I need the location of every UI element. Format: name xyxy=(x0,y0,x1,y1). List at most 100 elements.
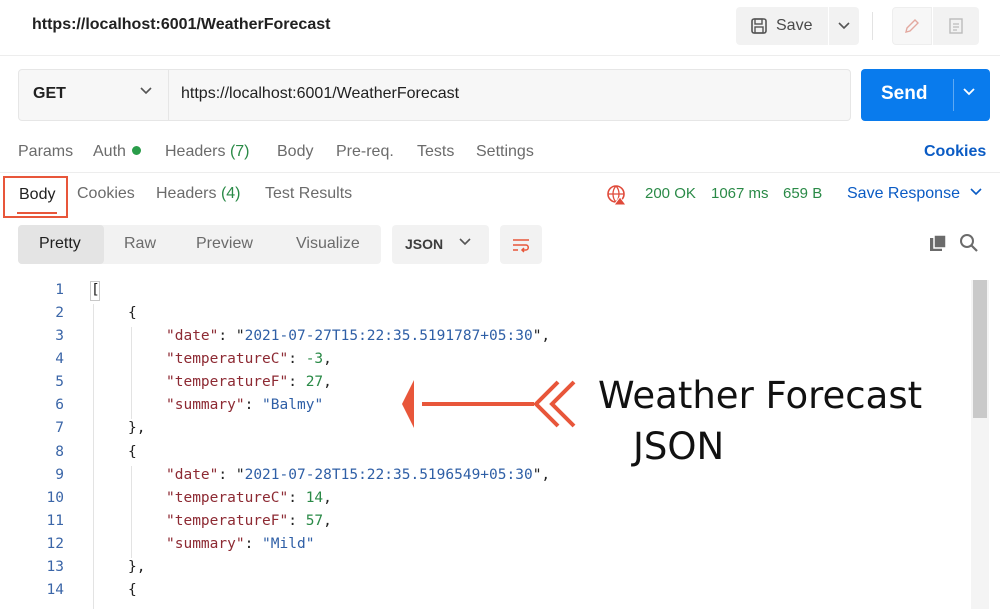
view-mode-pretty[interactable]: Pretty xyxy=(39,235,81,253)
tab-response-headers[interactable]: Headers (4) xyxy=(156,185,241,203)
annotation-arrow-icon xyxy=(402,380,576,428)
code-line: "temperatureF": 27, xyxy=(166,374,332,390)
code-line: }, xyxy=(128,420,146,436)
scrollbar-thumb[interactable] xyxy=(973,280,987,418)
save-response-button[interactable]: Save Response xyxy=(847,185,960,203)
json-number-value: 27 xyxy=(305,374,324,390)
save-button[interactable]: Save xyxy=(736,7,828,45)
line-number: 6 xyxy=(55,397,64,413)
tab-prereq[interactable]: Pre-req. xyxy=(336,143,394,161)
document-icon xyxy=(949,18,963,34)
auth-status-dot xyxy=(131,146,141,155)
status-code[interactable]: 200 OK xyxy=(645,185,696,202)
line-number: 11 xyxy=(46,513,64,529)
code-line: "summary": "Balmy" xyxy=(166,397,324,413)
code-line: "temperatureC": 14, xyxy=(166,490,332,506)
format-select[interactable]: JSON xyxy=(392,225,489,264)
indent-guide xyxy=(131,466,132,558)
tab-headers-label: Headers xyxy=(165,143,226,160)
json-key: "date" xyxy=(166,467,219,483)
json-key: "summary" xyxy=(166,397,245,413)
tab-test-results[interactable]: Test Results xyxy=(265,185,352,203)
json-string-value: Mild xyxy=(270,536,306,552)
json-number-value: -3 xyxy=(305,351,324,367)
line-number: 9 xyxy=(55,467,64,483)
tab-auth[interactable]: Auth xyxy=(93,143,141,161)
save-icon xyxy=(751,18,767,34)
line-number: 8 xyxy=(55,444,64,460)
active-tab-indicator xyxy=(17,212,57,214)
edit-button[interactable] xyxy=(892,7,932,45)
copy-icon[interactable] xyxy=(928,233,948,253)
save-dropdown-button[interactable] xyxy=(829,7,859,45)
code-line: "date": "2021-07-27T15:22:35.5191787+05:… xyxy=(166,328,551,344)
response-time[interactable]: 1067 ms xyxy=(711,185,769,202)
view-mode-raw[interactable]: Raw xyxy=(124,235,156,253)
line-number: 5 xyxy=(55,374,64,390)
code-line: "summary": "Mild" xyxy=(166,536,315,552)
line-number: 2 xyxy=(55,305,64,321)
tab-params[interactable]: Params xyxy=(18,143,73,161)
request-title: https://localhost:6001/WeatherForecast xyxy=(32,16,331,33)
line-number: 13 xyxy=(46,559,64,575)
tab-response-cookies[interactable]: Cookies xyxy=(77,185,135,203)
wrap-lines-button[interactable] xyxy=(500,225,542,264)
json-key: "summary" xyxy=(166,536,245,552)
chevron-down-icon xyxy=(838,22,850,30)
chevron-down-icon[interactable] xyxy=(970,188,982,196)
code-line: { xyxy=(128,444,137,460)
globe-warning-icon[interactable] xyxy=(606,184,628,206)
view-mode-preview[interactable]: Preview xyxy=(196,235,253,253)
json-key: "temperatureC" xyxy=(166,351,289,367)
send-divider xyxy=(953,79,954,111)
pencil-icon xyxy=(905,19,919,33)
tab-response-body[interactable]: Body xyxy=(3,176,68,218)
json-key: "date" xyxy=(166,328,219,344)
annotation-title: Weather Forecast xyxy=(598,374,923,417)
search-icon[interactable] xyxy=(959,233,979,253)
tab-auth-label: Auth xyxy=(93,143,126,160)
annotation-subtitle: JSON xyxy=(633,425,725,468)
line-number: 1 xyxy=(55,282,64,298)
chevron-down-icon xyxy=(459,238,471,246)
json-key: "temperatureC" xyxy=(166,490,289,506)
send-button[interactable]: Send xyxy=(861,69,990,121)
response-headers-count: (4) xyxy=(220,185,241,202)
indent-guide xyxy=(93,304,94,609)
code-line: "temperatureF": 57, xyxy=(166,513,332,529)
tab-settings[interactable]: Settings xyxy=(476,143,534,161)
line-number: 4 xyxy=(55,351,64,367)
tab-headers[interactable]: Headers (7) xyxy=(165,143,250,161)
cookies-link[interactable]: Cookies xyxy=(924,143,986,161)
method-select[interactable]: GET xyxy=(33,85,66,103)
code-line: [ xyxy=(91,282,100,298)
send-label: Send xyxy=(881,83,928,104)
toolbar-divider xyxy=(872,12,873,40)
chevron-down-icon[interactable] xyxy=(139,86,153,96)
tab-response-headers-label: Headers xyxy=(156,185,217,202)
response-size[interactable]: 659 B xyxy=(783,185,822,202)
method-divider xyxy=(168,70,169,120)
tab-tests[interactable]: Tests xyxy=(417,143,454,161)
json-number-value: 57 xyxy=(305,513,324,529)
code-line: { xyxy=(128,582,137,598)
view-mode-visualize[interactable]: Visualize xyxy=(296,235,360,253)
tab-body[interactable]: Body xyxy=(277,143,313,161)
url-input[interactable]: https://localhost:6001/WeatherForecast xyxy=(181,85,459,103)
json-string-value: 2021-07-28T15:22:35.5196549+05:30 xyxy=(244,467,533,483)
section-divider xyxy=(0,172,1000,173)
code-line: { xyxy=(128,305,137,321)
request-url-bar: GET https://localhost:6001/WeatherForeca… xyxy=(18,69,851,121)
headers-count: (7) xyxy=(229,143,250,160)
save-label: Save xyxy=(776,17,813,34)
line-number: 14 xyxy=(46,582,64,598)
view-mode-switch: Pretty Raw Preview Visualize xyxy=(18,225,381,264)
indent-guide xyxy=(131,327,132,419)
json-number-value: 14 xyxy=(305,490,324,506)
code-line: "date": "2021-07-28T15:22:35.5196549+05:… xyxy=(166,467,551,483)
chevron-down-icon[interactable] xyxy=(962,87,976,97)
line-number: 12 xyxy=(46,536,64,552)
code-line: }, xyxy=(128,559,146,575)
code-line: "temperatureC": -3, xyxy=(166,351,332,367)
documentation-button[interactable] xyxy=(933,7,979,45)
